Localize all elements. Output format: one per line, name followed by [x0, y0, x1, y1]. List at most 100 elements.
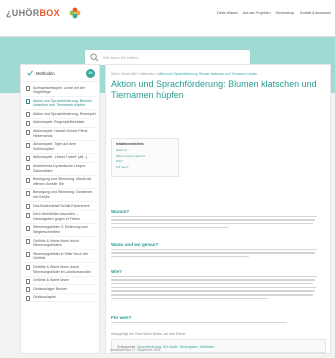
sidebar-item[interactable]: Stimmungsbilder in Stille Noch der Gefüh… [24, 250, 96, 264]
section-heading: Für wen? [111, 315, 132, 320]
sidebar-item[interactable]: Dem Wohlfühlen lauschen – Höraufgaben ge… [24, 211, 96, 224]
toc-item[interactable]: Für wen? [116, 165, 174, 171]
article-section: Wie? [111, 269, 326, 301]
search-icon[interactable] [90, 53, 99, 62]
sidebar-item[interactable]: Stimmungsbilder 3: Erfahrung und Wegbesc… [24, 224, 96, 238]
sidebar-item-label: Das Bodendetail Schall-Experiment [33, 203, 90, 208]
sidebar-item-label: Achtsamkeitsspiel: Lerne mit der Segelfl… [33, 85, 85, 95]
section-heading: Warum? [111, 209, 130, 214]
sidebar-item[interactable]: Gefühle & Worte lösen durch Stimmungsbil… [24, 237, 96, 251]
logo-accent-text: BOX [39, 8, 60, 18]
site-header: ¿UHÖRBOX Zuhör-Wissen Aus den Projekten … [0, 0, 335, 37]
nav-item-kontakt[interactable]: Kontakt & Austausch [300, 11, 331, 15]
sidebar-item[interactable]: Aktion und Sprachförderung: Reimspiel [24, 110, 96, 119]
text-line [111, 290, 316, 292]
section-heading: Wann und wo genau? [111, 242, 159, 247]
sidebar-item[interactable]: Aktion und Sprachförderung: Blumen klats… [24, 97, 96, 111]
sidebar: Methoden 24 Achtsamkeitsspiel: Lerne mit… [20, 64, 100, 354]
sidebar-item[interactable]: Geräuschiger Becher [24, 285, 96, 294]
document-icon [26, 278, 30, 284]
text-line [111, 286, 318, 289]
search-placeholder: Wie kann ich helfen... [103, 55, 142, 60]
text-line [111, 215, 318, 218]
article-section: Für wen? [111, 315, 326, 325]
article-section: Wann und wo genau? [111, 242, 326, 260]
nav-item-zuhoer-wissen[interactable]: Zuhör-Wissen [217, 11, 238, 15]
text-line [111, 297, 268, 300]
document-icon [26, 190, 30, 196]
sidebar-item[interactable]: Aktionsspiel: Tiger auf dem Schleichpfad [24, 141, 96, 154]
sidebar-item[interactable]: Aktionsspiel: Regenpfeifenrätsel [24, 119, 96, 128]
sidebar-item[interactable]: Das Bodendetail Schall-Experiment [24, 202, 96, 211]
document-icon [26, 86, 30, 91]
sidebar-category-methoden[interactable]: Methoden 24 [21, 65, 99, 82]
document-icon [26, 155, 30, 161]
sidebar-item-label: Anleitmenta-Dynamische Lesper-Zahlenfall… [33, 164, 87, 173]
text-line [111, 226, 230, 229]
document-icon [26, 225, 30, 231]
text-line [111, 219, 316, 221]
sidebar-item-label: Gefühle & Worte lösen durch Stimmungsbil… [33, 264, 91, 274]
breadcrumb-current: Aktion und Sprachförderung: Blumen klats… [157, 72, 258, 76]
author-meta: Hinzugefügt von Team Wurm Buche, auf ein… [111, 332, 186, 336]
text-line [111, 321, 288, 324]
updated-date: Aktualisiert am 17. September 2021 [110, 348, 161, 352]
sidebar-item-label: Stimmungsbilder in Stille Noch der Gefüh… [33, 251, 88, 261]
sidebar-item-label: Aktionsspiel: Hansel-Gresel-Pferd-Hinter… [33, 129, 89, 138]
document-icon [26, 295, 30, 301]
toc-heading: Inhaltsverzeichnis [116, 142, 144, 146]
sidebar-item-label: Aktionsspiel: Tiger auf dem Schleichpfad [33, 142, 77, 151]
main-navigation: Zuhör-Wissen Aus den Projekten Servicesh… [217, 11, 331, 15]
breadcrumb-path[interactable]: Start » Zuhör-Wiki » Methoden » [111, 72, 158, 76]
sidebar-item[interactable]: Bewegung und Stimmung: Gewinnen mit Gefü… [24, 189, 96, 203]
sidebar-item-label: Bewegung und Stimmung: Musik bei offenen… [33, 177, 92, 186]
sidebar-item-label: Aktion und Sprachförderung: Blumen klats… [33, 98, 92, 108]
sidebar-list: Achtsamkeitsspiel: Lerne mit der Segelfl… [21, 82, 99, 304]
document-icon [26, 287, 30, 293]
count-badge: 24 [86, 69, 95, 78]
sidebar-item[interactable]: Aktionsspiel: Hansel-Gresel-Pferd-Hinter… [24, 128, 96, 141]
sidebar-item[interactable]: Gefühle & Worte lösen durch Stimmungsbil… [24, 263, 96, 277]
sidebar-item-label: Gefühle & Worte lösen [33, 278, 70, 283]
document-icon [26, 212, 30, 218]
text-line [111, 279, 316, 281]
sidebar-item-label: Gefühle & Worte lösen durch Stimmungsbil… [33, 238, 80, 248]
sidebar-item-label: Aktion und Sprachförderung: Reimspiel [33, 111, 96, 116]
section-heading: Wie? [111, 269, 122, 274]
sidebar-item-label: Aktionsspiel: Regenpfeifenrätsel [33, 120, 85, 125]
search-input[interactable]: Wie kann ich helfen... [85, 50, 250, 65]
sidebar-item-label: Dem Wohlfühlen lauschen – Höraufgaben ge… [33, 212, 80, 221]
text-line [111, 248, 318, 251]
text-line [111, 275, 318, 278]
sidebar-item[interactable]: Achtsamkeitsspiel: Lerne mit der Segelfl… [24, 84, 96, 98]
sidebar-item[interactable]: Gefühle & Worte lösen [24, 277, 96, 286]
sidebar-item-label: Bewegung und Stimmung: Gewinnen mit Gefü… [33, 190, 93, 199]
text-line [111, 255, 249, 258]
site-logo[interactable]: ¿UHÖRBOX [6, 8, 60, 18]
sidebar-item[interactable]: Bewegung und Stimmung: Musik bei offenen… [24, 176, 96, 189]
breadcrumb: Start » Zuhör-Wiki » Methoden » Aktion u… [111, 72, 257, 76]
sidebar-item-label: Geräuschspiel [33, 295, 56, 300]
logo-flower-icon [69, 7, 81, 19]
document-icon [26, 239, 30, 245]
sidebar-item[interactable]: Geräuschspiel [24, 294, 96, 303]
document-icon [26, 164, 30, 170]
document-icon [26, 204, 30, 210]
document-icon [26, 252, 30, 258]
nav-item-serviceshop[interactable]: Serviceshop [275, 11, 294, 15]
nav-item-projekte[interactable]: Aus den Projekten [243, 11, 271, 15]
document-icon [26, 265, 30, 271]
document-icon [26, 129, 30, 135]
logo-text: ¿UHÖR [6, 8, 40, 18]
sidebar-item-label: Stimmungsbilder 3: Erfahrung und Wegbesc… [33, 225, 88, 234]
page: ¿UHÖRBOX Zuhör-Wissen Aus den Projekten … [0, 0, 335, 358]
text-line [111, 293, 314, 296]
sidebar-item[interactable]: Anleitmenta-Dynamische Lesper-Zahlenfall… [24, 163, 96, 176]
document-icon [26, 177, 30, 183]
article-section: Warum? [111, 209, 326, 230]
sidebar-item[interactable]: Aktionsspiel: „Hasel-Turbel“ (alt...) [24, 154, 96, 163]
text-line [111, 282, 314, 285]
document-icon [26, 120, 30, 126]
article: Start » Zuhör-Wiki » Methoden » Aktion u… [105, 64, 331, 354]
table-of-contents: Inhaltsverzeichnis Warum? Wann und wo ge… [111, 138, 179, 177]
